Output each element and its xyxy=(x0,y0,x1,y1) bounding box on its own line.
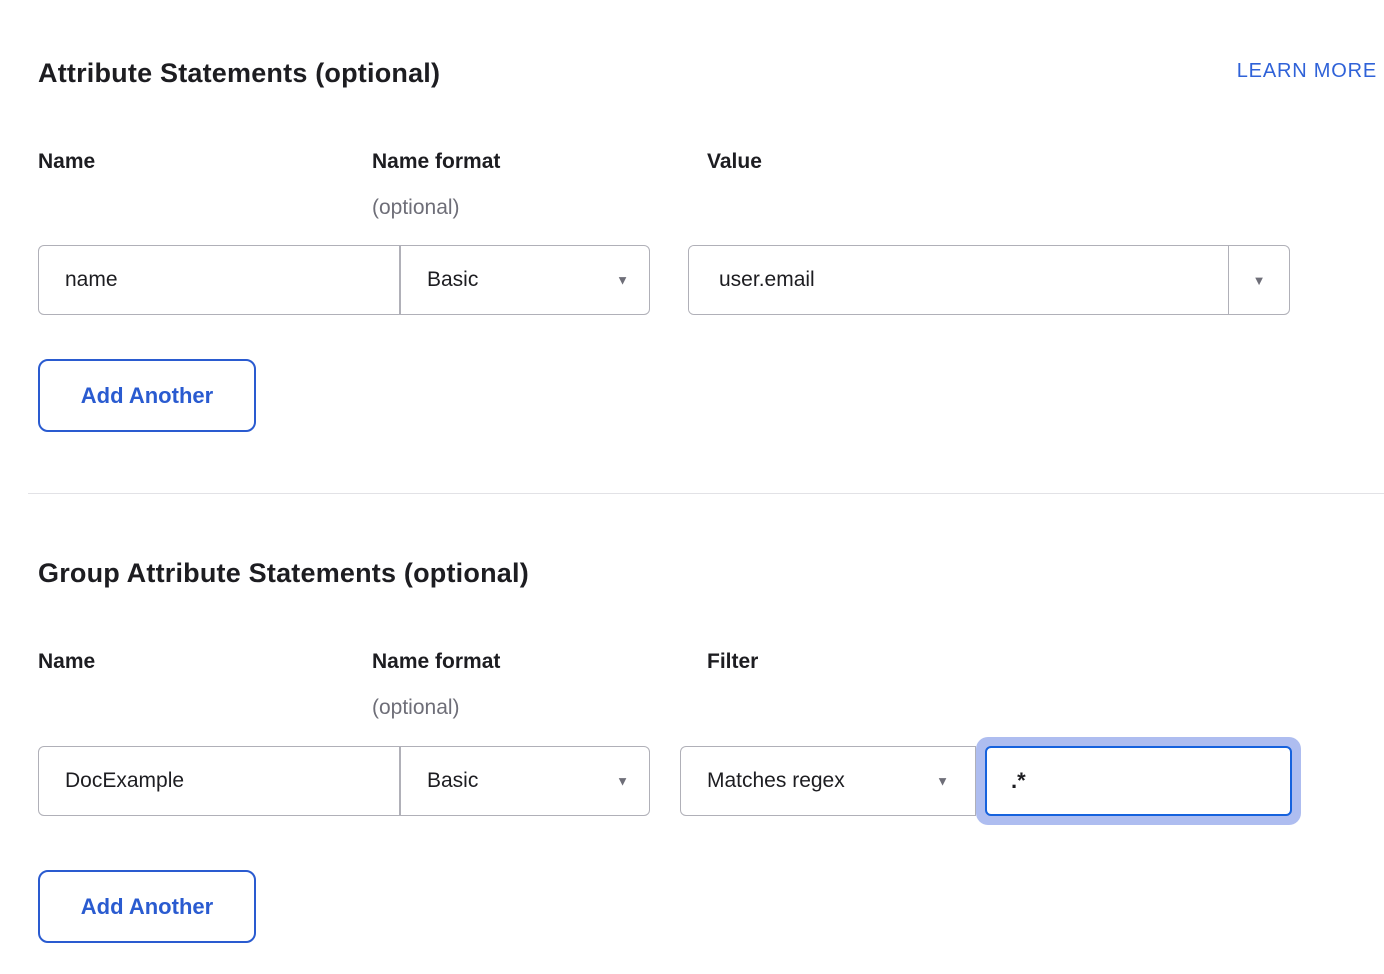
section-divider xyxy=(28,493,1384,494)
chevron-down-icon: ▼ xyxy=(616,774,629,789)
group-filter-value-input[interactable] xyxy=(985,746,1292,816)
group-attribute-name-input[interactable] xyxy=(38,746,400,816)
column-header-name-format: Name format xyxy=(372,650,707,674)
attribute-statements-title: Attribute Statements (optional) xyxy=(38,58,440,89)
column-note-optional: (optional) xyxy=(372,696,707,720)
group-filter-type-selected: Matches regex xyxy=(707,769,845,793)
column-note-optional: (optional) xyxy=(372,196,707,220)
attribute-statements-header: Attribute Statements (optional) LEARN MO… xyxy=(38,58,1384,89)
group-filter-type-select[interactable]: Matches regex ▼ xyxy=(680,746,976,816)
saml-settings-page: Attribute Statements (optional) LEARN MO… xyxy=(0,0,1384,974)
column-header-value: Value xyxy=(707,150,1384,174)
attribute-name-input[interactable] xyxy=(38,245,400,315)
attribute-value-dropdown-button[interactable]: ▼ xyxy=(1228,246,1289,314)
column-header-filter: Filter xyxy=(707,650,1384,674)
group-attribute-statements-title: Group Attribute Statements (optional) xyxy=(38,558,529,589)
group-attribute-statements-column-headers: Name Name format (optional) Filter xyxy=(38,650,1384,720)
attribute-value-combobox: ▼ xyxy=(688,245,1290,315)
add-another-button[interactable]: Add Another xyxy=(38,870,256,943)
group-attribute-name-format-select[interactable]: Basic ▼ xyxy=(400,746,650,816)
chevron-down-icon: ▼ xyxy=(936,774,949,789)
column-header-name: Name xyxy=(38,650,372,674)
attribute-statements-column-headers: Name Name format (optional) Value xyxy=(38,150,1384,220)
attribute-value-input[interactable] xyxy=(689,246,1228,314)
chevron-down-icon: ▼ xyxy=(616,273,629,288)
group-attribute-statements-header: Group Attribute Statements (optional) xyxy=(38,558,1384,589)
learn-more-link[interactable]: LEARN MORE xyxy=(1237,60,1377,83)
attribute-statement-row: Basic ▼ ▼ xyxy=(38,245,1384,315)
add-another-button[interactable]: Add Another xyxy=(38,359,256,432)
attribute-name-format-selected: Basic xyxy=(427,268,478,292)
column-header-name: Name xyxy=(38,150,372,174)
group-filter-value-focus-ring xyxy=(976,737,1301,825)
chevron-down-icon: ▼ xyxy=(1253,273,1266,288)
group-attribute-statement-row: Basic ▼ Matches regex ▼ xyxy=(38,746,1384,825)
attribute-name-format-select[interactable]: Basic ▼ xyxy=(400,245,650,315)
group-attribute-name-format-selected: Basic xyxy=(427,769,478,793)
column-header-name-format: Name format xyxy=(372,150,707,174)
